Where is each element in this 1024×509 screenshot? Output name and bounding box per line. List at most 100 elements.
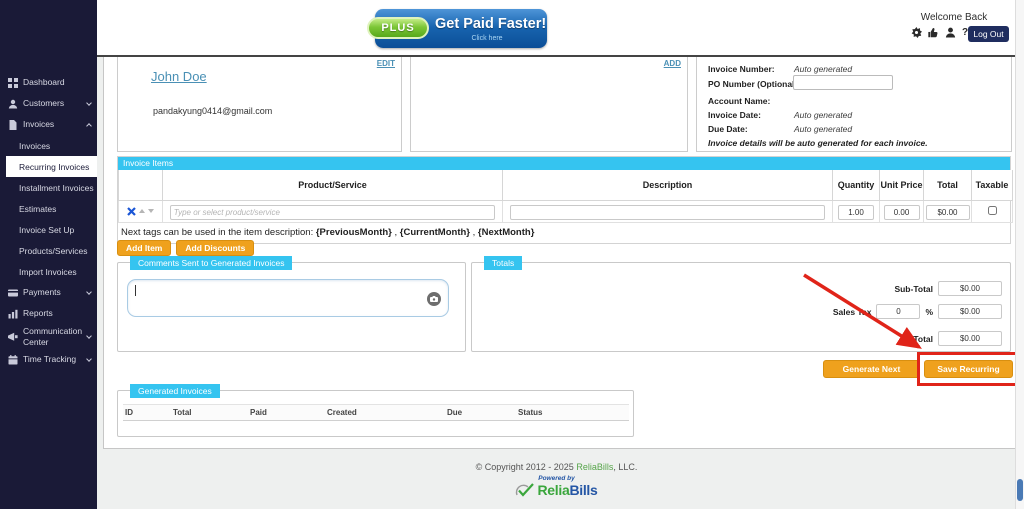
- invoice-items-table: Product/Service Description Quantity Uni…: [118, 170, 1013, 223]
- subtotal-input[interactable]: [938, 281, 1002, 296]
- invoice-number-label: Invoice Number:: [708, 64, 775, 74]
- top-header: PLUS Get Paid Faster! Click here Welcome…: [97, 0, 1024, 57]
- reliabills-link[interactable]: ReliaBills: [576, 462, 613, 472]
- sidebar-subitem-label: Invoices: [19, 141, 50, 151]
- sidebar-subitem-label: Products/Services: [19, 246, 88, 256]
- sidebar-item-invoices[interactable]: Invoices: [0, 114, 97, 135]
- chevron-down-icon: [86, 333, 92, 339]
- user-icon[interactable]: [945, 27, 956, 38]
- calendar-icon: [8, 355, 18, 365]
- sidebar-subitem-label: Import Invoices: [19, 267, 77, 277]
- invoice-number-value: Auto generated: [794, 64, 852, 74]
- reliabills-logo[interactable]: ReliaBills: [97, 482, 1016, 498]
- gear-icon[interactable]: [911, 27, 922, 38]
- add-discounts-button[interactable]: Add Discounts: [176, 240, 254, 256]
- line-total-input[interactable]: [926, 205, 970, 220]
- sales-tax-label: Sales Tax: [833, 307, 872, 317]
- banner-title: Get Paid Faster!: [435, 16, 546, 32]
- sidebar-item-label: Customers: [23, 98, 64, 109]
- customers-icon: [8, 99, 18, 109]
- sidebar-item-dashboard[interactable]: Dashboard: [0, 72, 97, 93]
- logout-button[interactable]: Log Out: [968, 26, 1009, 42]
- generate-next-invoice-button[interactable]: Generate Next Invoice: [823, 360, 920, 378]
- get-paid-faster-banner[interactable]: PLUS Get Paid Faster! Click here: [375, 9, 547, 48]
- sidebar-item-customers[interactable]: Customers: [0, 93, 97, 114]
- reports-icon: [8, 309, 18, 319]
- comments-section: Comments Sent to Generated Invoices: [117, 262, 466, 352]
- scrollbar-thumb[interactable]: [1017, 479, 1023, 501]
- sidebar-subitem-installment-invoices[interactable]: Installment Invoices: [0, 177, 97, 198]
- sidebar-item-label: Time Tracking: [23, 354, 76, 365]
- recipients-panel: ADD: [410, 57, 688, 152]
- customer-panel: EDIT John Doe pandakyung0414@gmail.com: [117, 57, 402, 152]
- sidebar-item-communication-center[interactable]: Communication Center: [0, 324, 97, 349]
- move-row-down-icon[interactable]: [148, 209, 154, 213]
- totals-section: Totals Sub-Total Sales Tax % Total: [471, 262, 1011, 352]
- generated-invoices-title: Generated Invoices: [130, 384, 220, 398]
- due-date-value: Auto generated: [794, 124, 852, 134]
- powered-by-label: Powered by: [97, 475, 1016, 482]
- thumbs-up-icon[interactable]: [928, 27, 939, 38]
- sidebar-item-payments[interactable]: Payments: [0, 282, 97, 303]
- total-label: Total: [913, 334, 933, 344]
- taxable-checkbox[interactable]: [988, 206, 997, 215]
- sidebar-subitem-recurring-invoices[interactable]: Recurring Invoices: [6, 156, 97, 177]
- banner-click-here[interactable]: Click here: [435, 35, 539, 42]
- megaphone-icon: [8, 332, 18, 342]
- gen-col-paid: Paid: [248, 405, 325, 421]
- sidebar-item-label: Communication Center: [23, 326, 79, 347]
- auto-generated-note: Invoice details will be auto generated f…: [708, 138, 928, 148]
- page-footer: © Copyright 2012 - 2025 ReliaBills, LLC.…: [97, 449, 1016, 509]
- sales-tax-rate-input[interactable]: [876, 304, 920, 319]
- invoice-details-panel: Invoice Number: Auto generated PO Number…: [696, 57, 1012, 152]
- invoice-items-header: Invoice Items: [118, 157, 1010, 170]
- po-number-input[interactable]: [793, 75, 893, 90]
- invoices-icon: [8, 120, 18, 130]
- col-description: Description: [503, 170, 833, 200]
- sidebar-item-label: Invoices: [23, 119, 54, 130]
- sidebar-item-reports[interactable]: Reports: [0, 303, 97, 324]
- po-number-label: PO Number (Optional):: [708, 79, 800, 89]
- gen-col-created: Created: [325, 405, 445, 421]
- subtotal-label: Sub-Total: [894, 284, 933, 294]
- camera-icon[interactable]: [427, 292, 441, 306]
- sidebar-subitem-label: Invoice Set Up: [19, 225, 74, 235]
- comments-input[interactable]: [127, 279, 449, 317]
- app-window: Dashboard Customers Invoices Invoices Re…: [0, 0, 1024, 509]
- unit-price-input[interactable]: [884, 205, 920, 220]
- totals-section-title: Totals: [484, 256, 522, 270]
- recurring-invoice-form: EDIT John Doe pandakyung0414@gmail.com A…: [103, 57, 1016, 449]
- delete-row-icon[interactable]: [127, 207, 136, 216]
- sales-tax-amount-input[interactable]: [938, 304, 1002, 319]
- add-item-button[interactable]: Add Item: [117, 240, 171, 256]
- sidebar-subitem-import-invoices[interactable]: Import Invoices: [0, 261, 97, 282]
- vertical-scrollbar[interactable]: [1015, 0, 1024, 509]
- sidebar-subitem-invoices[interactable]: Invoices: [0, 135, 97, 156]
- product-service-input[interactable]: [170, 205, 495, 220]
- gen-col-due: Due: [445, 405, 516, 421]
- payments-icon: [8, 288, 18, 298]
- col-quantity: Quantity: [833, 170, 880, 200]
- move-row-up-icon[interactable]: [139, 209, 145, 213]
- save-recurring-invoice-button[interactable]: Save Recurring Invoice: [924, 360, 1013, 378]
- total-input[interactable]: [938, 331, 1002, 346]
- generated-invoices-table: ID Total Paid Created Due Status: [123, 404, 629, 421]
- sidebar-subitem-invoice-set-up[interactable]: Invoice Set Up: [0, 219, 97, 240]
- sidebar-subitem-estimates[interactable]: Estimates: [0, 198, 97, 219]
- chevron-up-icon: [86, 123, 92, 129]
- customer-name-link[interactable]: John Doe: [151, 69, 207, 84]
- invoice-item-row: [119, 200, 1013, 222]
- sidebar-item-time-tracking[interactable]: Time Tracking: [0, 349, 97, 370]
- due-date-label: Due Date:: [708, 124, 748, 134]
- gen-col-id: ID: [123, 405, 171, 421]
- quantity-input[interactable]: [838, 205, 874, 220]
- total-row: Total: [913, 331, 1002, 346]
- sidebar-subitem-products-services[interactable]: Products/Services: [0, 240, 97, 261]
- sidebar-subitem-label: Estimates: [19, 204, 56, 214]
- percent-sign: %: [925, 307, 933, 317]
- col-unit-price: Unit Price: [880, 170, 924, 200]
- add-recipient-link[interactable]: ADD: [664, 59, 681, 68]
- edit-customer-link[interactable]: EDIT: [377, 59, 395, 68]
- logo-text: ReliaBills: [537, 482, 597, 498]
- description-input[interactable]: [510, 205, 826, 220]
